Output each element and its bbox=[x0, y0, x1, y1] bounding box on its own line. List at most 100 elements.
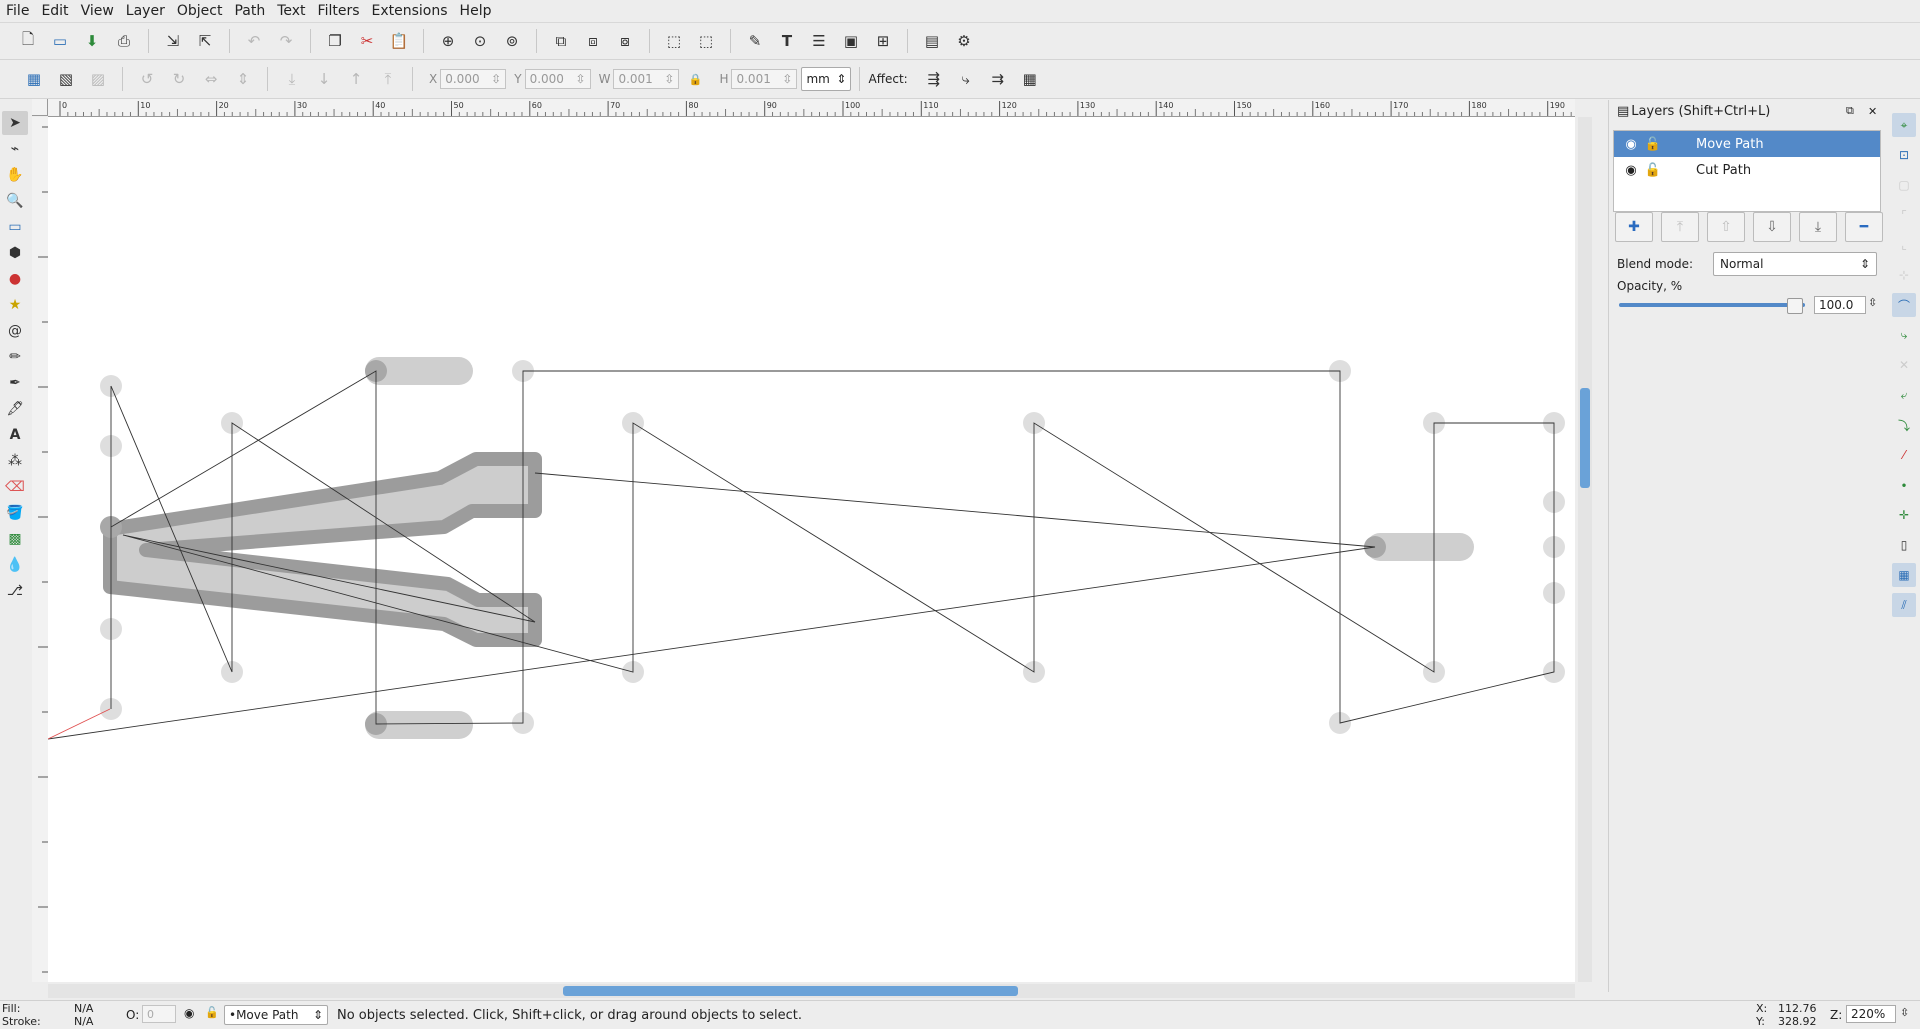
text-tool-icon[interactable]: T bbox=[773, 27, 801, 55]
lower-layer-button[interactable]: ⇩ bbox=[1753, 212, 1791, 242]
spin-arrows-icon[interactable]: ⇳ bbox=[1900, 1006, 1909, 1019]
new-document-icon[interactable]: 🗋 bbox=[14, 27, 42, 55]
opacity-slider-handle[interactable] bbox=[1787, 298, 1803, 314]
preferences-icon[interactable]: ⚙ bbox=[950, 27, 978, 55]
remove-layer-button[interactable]: ━ bbox=[1845, 212, 1883, 242]
h-spinbox[interactable]: 0.001 ⇳ bbox=[731, 69, 798, 89]
layer-row-move-path[interactable]: ◉ 🔓 Move Path bbox=[1614, 131, 1880, 157]
move-gradients-icon[interactable]: ⇉ bbox=[984, 65, 1012, 93]
unit-select[interactable]: mm ⇕ bbox=[801, 67, 852, 91]
menu-extensions[interactable]: Extensions bbox=[366, 3, 454, 19]
snap-paths-icon[interactable]: ⤷ bbox=[1892, 323, 1916, 347]
menu-text[interactable]: Text bbox=[271, 3, 311, 19]
align-icon[interactable]: ⊞ bbox=[869, 27, 897, 55]
horizontal-ruler[interactable]: 0 10 20 30 40 50 60 70 80 90 100 110 120 130 140 150 160… bbox=[48, 99, 1575, 117]
zoom-tool-icon[interactable]: 🔍 bbox=[2, 189, 28, 213]
opacity-slider[interactable] bbox=[1619, 303, 1805, 307]
pdf-import-icon[interactable]: ▤ bbox=[918, 27, 946, 55]
import-file-icon[interactable]: ⇲ bbox=[159, 27, 187, 55]
raise-icon[interactable]: ↑ bbox=[342, 65, 370, 93]
dropper-tool-icon[interactable]: 💧 bbox=[2, 553, 28, 577]
lower-bottom-icon[interactable]: ⤓ bbox=[278, 65, 306, 93]
snap-intersections-icon[interactable]: ✕ bbox=[1892, 353, 1916, 377]
text-tool-icon[interactable]: A bbox=[2, 423, 28, 447]
duplicate-icon[interactable]: ❐ bbox=[321, 27, 349, 55]
node-tool-icon[interactable]: ⌁ bbox=[2, 137, 28, 161]
fill-value[interactable]: N/A bbox=[74, 1002, 93, 1015]
menu-edit[interactable]: Edit bbox=[35, 3, 74, 19]
opacity-spinbox[interactable]: 100.0 bbox=[1814, 296, 1866, 314]
snap-guide-icon[interactable]: ⫽ bbox=[1892, 593, 1916, 617]
export-icon[interactable]: ⇱ bbox=[191, 27, 219, 55]
layer-lock-icon[interactable]: 🔓 bbox=[205, 1006, 219, 1019]
spiral-tool-icon[interactable]: @ bbox=[2, 319, 28, 343]
rotate-cw-icon[interactable]: ↻ bbox=[165, 65, 193, 93]
stroke-value[interactable]: N/A bbox=[74, 1015, 93, 1028]
open-icon[interactable]: ▭ bbox=[46, 27, 74, 55]
menu-filters[interactable]: Filters bbox=[312, 3, 366, 19]
snap-bbox-edge-icon[interactable]: ▢ bbox=[1892, 173, 1916, 197]
w-spinbox[interactable]: 0.001 ⇳ bbox=[613, 69, 680, 89]
select-all-layers-icon[interactable]: ▧ bbox=[52, 65, 80, 93]
ungroup-icon[interactable]: ⬚ bbox=[692, 27, 720, 55]
raise-top-button[interactable]: ⤒ bbox=[1661, 212, 1699, 242]
snap-smooth-icon[interactable]: ⤵ bbox=[1892, 413, 1916, 437]
raise-top-icon[interactable]: ⤒ bbox=[374, 65, 402, 93]
snap-cusp-icon[interactable]: ⤶ bbox=[1892, 383, 1916, 407]
drawing-canvas[interactable] bbox=[47, 117, 1575, 982]
flip-horizontal-icon[interactable]: ⇔ bbox=[197, 65, 225, 93]
gradient-tool-icon[interactable]: ▩ bbox=[2, 527, 28, 551]
lower-icon[interactable]: ↓ bbox=[310, 65, 338, 93]
move-patterns-icon[interactable]: ▦ bbox=[1016, 65, 1044, 93]
layer-row-cut-path[interactable]: ◉ 🔓 Cut Path bbox=[1614, 157, 1880, 183]
deselect-icon[interactable]: ▨ bbox=[84, 65, 112, 93]
bucket-tool-icon[interactable]: 🪣 bbox=[2, 501, 28, 525]
selector-tool-icon[interactable]: ➤ bbox=[2, 111, 28, 135]
snap-bbox-center-icon[interactable]: ⊹ bbox=[1892, 263, 1916, 287]
close-icon[interactable]: ✕ bbox=[1868, 105, 1877, 118]
redo-icon[interactable]: ↷ bbox=[272, 27, 300, 55]
connector-tool-icon[interactable]: ⎇ bbox=[2, 579, 28, 603]
snap-toggle-icon[interactable]: ⌖ bbox=[1892, 113, 1916, 137]
snap-nodes-icon[interactable]: ⌒ bbox=[1892, 293, 1916, 317]
pencil-tool-icon[interactable]: ✏ bbox=[2, 345, 28, 369]
snap-midpoint-icon[interactable]: ⁄ bbox=[1892, 443, 1916, 467]
menu-help[interactable]: Help bbox=[454, 3, 498, 19]
rectangle-tool-icon[interactable]: ▭ bbox=[2, 215, 28, 239]
eraser-tool-icon[interactable]: ⌫ bbox=[2, 475, 28, 499]
menu-object[interactable]: Object bbox=[171, 3, 229, 19]
menu-view[interactable]: View bbox=[75, 3, 120, 19]
zoom-selection-icon[interactable]: ⊕ bbox=[434, 27, 462, 55]
lock-open-icon[interactable]: 🔓 bbox=[1642, 163, 1664, 178]
cut-icon[interactable]: ✂ bbox=[353, 27, 381, 55]
group-icon[interactable]: ⬚ bbox=[660, 27, 688, 55]
blend-mode-select[interactable]: Normal ⇕ bbox=[1713, 252, 1877, 276]
import-icon[interactable]: ⬇ bbox=[78, 27, 106, 55]
snap-bbox-midpoint-icon[interactable]: ⌞ bbox=[1892, 233, 1916, 257]
opacity-status-spinbox[interactable]: 0 bbox=[142, 1005, 176, 1023]
snap-page-icon[interactable]: ▯ bbox=[1892, 533, 1916, 557]
paste-icon[interactable]: 📋 bbox=[385, 27, 413, 55]
lower-bottom-button[interactable]: ⤓ bbox=[1799, 212, 1837, 242]
snap-grid-icon[interactable]: ▦ bbox=[1892, 563, 1916, 587]
lock-open-icon[interactable]: 🔓 bbox=[1642, 137, 1664, 152]
undo-icon[interactable]: ↶ bbox=[240, 27, 268, 55]
select-all-icon[interactable]: ▦ bbox=[20, 65, 48, 93]
zoom-drawing-icon[interactable]: ⊙ bbox=[466, 27, 494, 55]
visibility-eye-icon[interactable]: ◉ bbox=[1620, 163, 1642, 178]
horizontal-scroll-thumb[interactable] bbox=[563, 986, 1018, 996]
document-properties-icon[interactable]: ▣ bbox=[837, 27, 865, 55]
layers-icon[interactable]: ☰ bbox=[805, 27, 833, 55]
zoom-spinbox[interactable]: 220% bbox=[1846, 1005, 1896, 1023]
add-layer-button[interactable]: ✚ bbox=[1615, 212, 1653, 242]
box3d-tool-icon[interactable]: ⬢ bbox=[2, 241, 28, 265]
spray-tool-icon[interactable]: ⁂ bbox=[2, 449, 28, 473]
snap-bbox-icon[interactable]: ⊡ bbox=[1892, 143, 1916, 167]
rotate-ccw-icon[interactable]: ↺ bbox=[133, 65, 161, 93]
xml-editor-icon[interactable]: ✎ bbox=[741, 27, 769, 55]
vertical-scrollbar[interactable] bbox=[1578, 117, 1592, 982]
calligraphy-tool-icon[interactable]: 🖋 bbox=[2, 397, 28, 421]
menu-path[interactable]: Path bbox=[228, 3, 271, 19]
spin-arrows-icon[interactable]: ⇳ bbox=[1868, 296, 1877, 309]
scale-corners-icon[interactable]: ⤷ bbox=[952, 65, 980, 93]
